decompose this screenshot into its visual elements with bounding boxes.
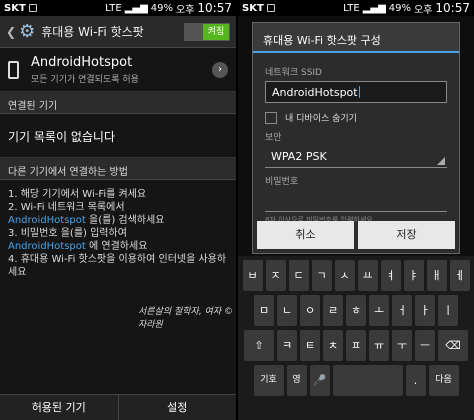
key[interactable]: ㅅ bbox=[334, 260, 355, 291]
symbol-key[interactable]: 기호 bbox=[253, 365, 284, 396]
security-label: 보안 bbox=[265, 133, 282, 143]
key[interactable]: ㅌ bbox=[300, 330, 320, 361]
battery-label: 49% bbox=[150, 2, 173, 14]
notification-icon bbox=[266, 4, 275, 12]
password-label: 비밀번호 bbox=[265, 177, 299, 187]
step-4: 4. 휴대용 Wi-Fi 핫스팟을 이용하여 인터넷을 사용하세요 bbox=[8, 254, 227, 278]
key[interactable]: ㄷ bbox=[288, 260, 309, 291]
key[interactable]: ㅜ bbox=[392, 330, 412, 361]
step-3-prefix: 3. 비밀번호 bbox=[8, 228, 58, 239]
hotspot-config-dialog: 휴대용 Wi-Fi 핫스팟 구성 네트워크 SSID AndroidHotspo… bbox=[252, 22, 460, 254]
hide-device-checkbox[interactable] bbox=[265, 111, 277, 124]
signal-icon: ▂▄▆ bbox=[362, 2, 386, 14]
network-label: LTE bbox=[105, 2, 122, 14]
ssid-label: 네트워크 SSID bbox=[265, 68, 322, 78]
key[interactable]: ㅊ bbox=[323, 330, 343, 361]
watermark: 서른살의 철학자, 여자 © 자라원 bbox=[138, 307, 233, 330]
toggle-label: 켜짐 bbox=[203, 23, 229, 40]
notification-icon bbox=[28, 4, 37, 12]
hide-device-label: 내 디바이스 숨기기 bbox=[285, 114, 357, 124]
action-bar: ❮ ⚙ 휴대용 Wi-Fi 핫스팟 켜짐 bbox=[0, 16, 236, 48]
key[interactable]: ㄱ bbox=[311, 260, 332, 291]
key[interactable]: ㅂ bbox=[242, 260, 263, 291]
settings-gear-icon: ⚙ bbox=[19, 21, 36, 42]
hotspot-subtitle: 모든 기기가 연결되도록 허용 bbox=[31, 74, 139, 85]
hotspot-info-row[interactable]: AndroidHotspot 모든 기기가 연결되도록 허용 › bbox=[0, 48, 236, 92]
keyboard: ㅂ ㅈ ㄷ ㄱ ㅅ ㅛ ㅕ ㅑ ㅐ ㅔ ㅁ ㄴ ㅇ ㄹ ㅎ ㅗ ㅓ ㅏ ㅣ ⇧ … bbox=[238, 256, 474, 420]
key[interactable]: ㅓ bbox=[392, 295, 412, 326]
hotspot-name: AndroidHotspot bbox=[31, 54, 133, 70]
key[interactable]: ㅕ bbox=[380, 260, 401, 291]
hotspot-toggle[interactable]: 켜짐 bbox=[184, 22, 230, 41]
settings-button[interactable]: 설정 bbox=[117, 395, 237, 420]
key[interactable]: ㅍ bbox=[346, 330, 366, 361]
shift-key[interactable]: ⇧ bbox=[244, 330, 274, 361]
key[interactable]: ㅔ bbox=[449, 260, 470, 291]
key[interactable]: ㅑ bbox=[403, 260, 424, 291]
toggle-knob bbox=[185, 23, 203, 40]
key[interactable]: ㄴ bbox=[277, 295, 297, 326]
battery-label: 49% bbox=[388, 2, 411, 14]
step-3-ssid: AndroidHotspot bbox=[8, 241, 86, 252]
key[interactable]: ㅈ bbox=[265, 260, 286, 291]
no-devices-text: 기기 목록이 없습니다 bbox=[0, 114, 236, 158]
how-to-connect-header: 다른 기기에서 연결하는 방법 bbox=[0, 158, 236, 180]
key[interactable]: ㅡ bbox=[415, 330, 435, 361]
step-2-ssid: AndroidHotspot bbox=[8, 215, 86, 226]
network-label: LTE bbox=[343, 2, 360, 14]
left-screen: SKT LTE ▂▄▆ 49% 오후 10:57 ❮ ⚙ 휴대용 Wi-Fi 핫… bbox=[0, 0, 236, 420]
back-icon[interactable]: ❮ bbox=[6, 25, 16, 39]
key[interactable]: ㅎ bbox=[346, 295, 366, 326]
ssid-value: AndroidHotspot bbox=[272, 85, 358, 99]
chevron-right-icon[interactable]: › bbox=[212, 61, 228, 78]
carrier-label: SKT bbox=[242, 2, 264, 14]
phone-icon bbox=[8, 60, 19, 79]
bottom-bar: 허용된 기기 설정 bbox=[0, 394, 236, 420]
key[interactable]: ㅐ bbox=[426, 260, 447, 291]
page-title: 휴대용 Wi-Fi 핫스팟 bbox=[41, 25, 144, 39]
microphone-icon[interactable]: 🎤 bbox=[309, 365, 330, 396]
clock: 10:57 bbox=[197, 1, 232, 15]
ssid-input[interactable]: AndroidHotspot bbox=[265, 81, 447, 103]
right-screen: SKT LTE ▂▄▆ 49% 오후 10:57 휴대용 Wi-Fi 핫스팟 구… bbox=[238, 0, 474, 420]
key[interactable]: ㅋ bbox=[277, 330, 297, 361]
key[interactable]: ㅁ bbox=[254, 295, 274, 326]
key[interactable]: ㅏ bbox=[415, 295, 435, 326]
key[interactable]: ㅇ bbox=[300, 295, 320, 326]
allowed-devices-button[interactable]: 허용된 기기 bbox=[0, 395, 118, 420]
key[interactable]: ㅣ bbox=[438, 295, 458, 326]
space-key[interactable] bbox=[332, 365, 403, 396]
time-prefix: 오후 bbox=[414, 4, 433, 16]
language-key[interactable]: 영 bbox=[286, 365, 307, 396]
period-key[interactable]: . bbox=[405, 365, 426, 396]
connect-steps: 1. 해당 기기에서 Wi-Fi를 켜세요 2. Wi-Fi 네트워크 목록에서… bbox=[0, 180, 236, 287]
signal-icon: ▂▄▆ bbox=[124, 2, 148, 14]
status-bar: SKT LTE ▂▄▆ 49% 오후 10:57 bbox=[0, 0, 236, 16]
password-field[interactable] bbox=[265, 190, 447, 212]
time-prefix: 오후 bbox=[176, 4, 195, 16]
cancel-button[interactable]: 취소 bbox=[257, 221, 354, 249]
status-bar: SKT LTE ▂▄▆ 49% 오후 10:57 bbox=[238, 0, 474, 16]
key[interactable]: ㅠ bbox=[369, 330, 389, 361]
clock: 10:57 bbox=[435, 1, 470, 15]
carrier-label: SKT bbox=[4, 2, 26, 14]
step-2-suffix: 을(를) 검색하세요 bbox=[89, 215, 165, 226]
backspace-key[interactable]: ⌫ bbox=[438, 330, 468, 361]
step-3-suffix: 을(를) 입력하여 bbox=[60, 228, 127, 239]
key[interactable]: ㄹ bbox=[323, 295, 343, 326]
security-select[interactable]: WPA2 PSK bbox=[265, 146, 447, 168]
step-3b-suffix: 에 연결하세요 bbox=[89, 241, 148, 252]
connected-devices-header: 연결된 기기 bbox=[0, 92, 236, 114]
key[interactable]: ㅛ bbox=[357, 260, 378, 291]
next-key[interactable]: 다음 bbox=[428, 365, 459, 396]
step-2: 2. Wi-Fi 네트워크 목록에서 bbox=[8, 202, 125, 213]
step-1: 1. 해당 기기에서 Wi-Fi를 켜세요 bbox=[8, 189, 147, 200]
text-cursor bbox=[358, 86, 360, 98]
key[interactable]: ㅗ bbox=[369, 295, 389, 326]
save-button[interactable]: 저장 bbox=[358, 221, 455, 249]
dialog-title: 휴대용 Wi-Fi 핫스팟 구성 bbox=[253, 23, 459, 53]
